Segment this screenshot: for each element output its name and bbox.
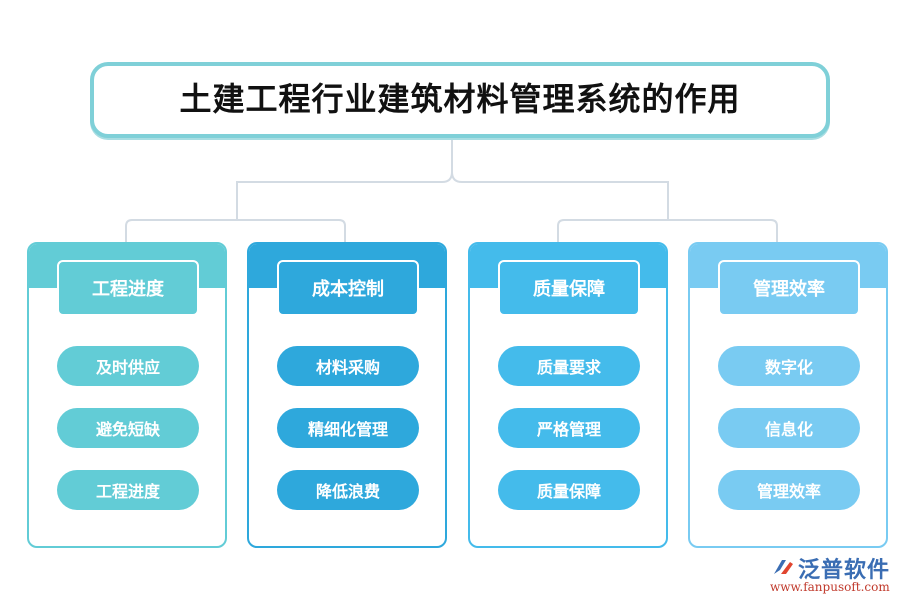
category-item: 工程进度 [57, 470, 199, 510]
category-item: 避免短缺 [57, 408, 199, 448]
category-item: 信息化 [718, 408, 860, 448]
connector-right-branch [557, 219, 778, 242]
category-card-quality: 质量保障 质量要求 严格管理 质量保障 [468, 242, 668, 548]
category-heading: 质量保障 [498, 260, 640, 316]
watermark-logo: 泛普软件 www.fanpusoft.com [770, 552, 900, 598]
fanpu-logo-icon [774, 560, 793, 574]
watermark-url: www.fanpusoft.com [770, 580, 890, 594]
category-item: 精细化管理 [277, 408, 419, 448]
category-item: 降低浪费 [277, 470, 419, 510]
category-item: 质量保障 [498, 470, 640, 510]
category-item: 管理效率 [718, 470, 860, 510]
diagram-title: 土建工程行业建筑材料管理系统的作用 [179, 80, 741, 118]
connector-root-right [451, 171, 669, 220]
category-item: 严格管理 [498, 408, 640, 448]
category-heading: 管理效率 [718, 260, 860, 316]
category-item: 及时供应 [57, 346, 199, 386]
category-card-cost: 成本控制 材料采购 精细化管理 降低浪费 [247, 242, 447, 548]
category-card-progress: 工程进度 及时供应 避免短缺 工程进度 [27, 242, 227, 548]
category-item: 材料采购 [277, 346, 419, 386]
category-item: 质量要求 [498, 346, 640, 386]
title-box: 土建工程行业建筑材料管理系统的作用 [90, 62, 830, 138]
category-heading: 成本控制 [277, 260, 419, 316]
connector-left-branch [125, 219, 346, 242]
category-card-efficiency: 管理效率 数字化 信息化 管理效率 [688, 242, 888, 548]
category-heading: 工程进度 [57, 260, 199, 316]
category-item: 数字化 [718, 346, 860, 386]
connector-root-trunk [236, 140, 453, 220]
